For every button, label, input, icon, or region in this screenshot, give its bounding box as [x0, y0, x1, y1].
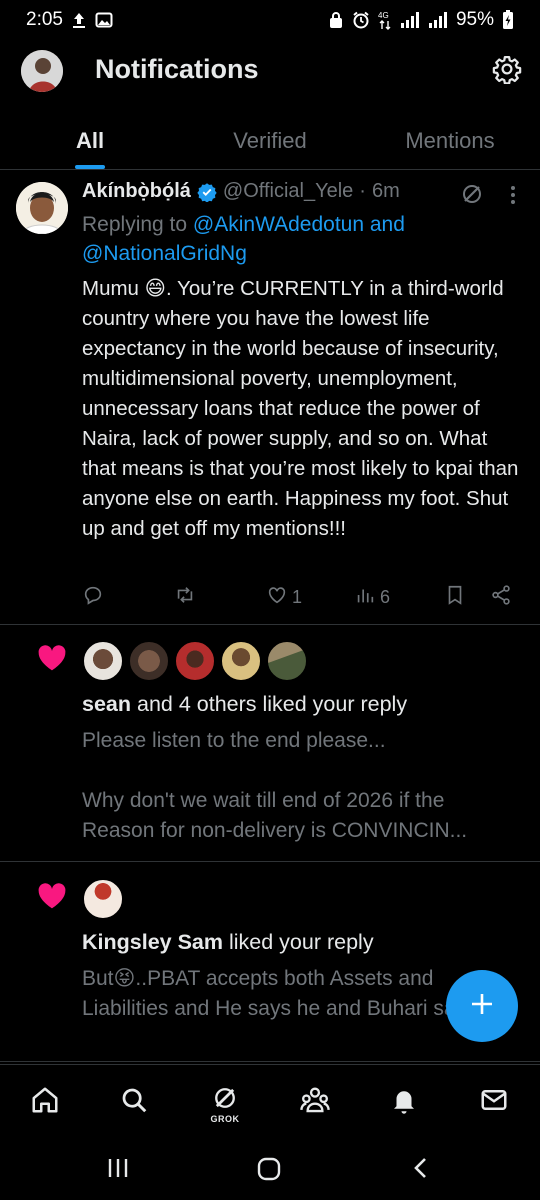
nav-home[interactable] — [29, 1085, 61, 1117]
back-icon — [410, 1158, 432, 1184]
reply-post[interactable]: Akínbọ̀bọ́lá @Official_Yele · 6m Replyin… — [0, 170, 540, 625]
grok-nav-icon — [211, 1085, 239, 1116]
grok-icon[interactable] — [460, 182, 484, 206]
settings-icon[interactable] — [492, 54, 522, 85]
like-button[interactable]: 1 — [266, 584, 302, 611]
post-author-handle[interactable]: @Official_Yele — [223, 180, 353, 203]
signal-icon-1 — [400, 11, 420, 29]
post-actions: 1 6 — [82, 582, 522, 612]
nav-grok[interactable]: GROK — [208, 1085, 242, 1124]
replying-to: Replying to @AkinWAdedotun and @National… — [82, 210, 502, 268]
nav-messages[interactable] — [478, 1085, 510, 1117]
battery-percent: 95% — [455, 9, 494, 30]
post-separator: · — [359, 180, 366, 202]
tab-verified[interactable]: Verified — [180, 112, 360, 169]
liker-avatars — [82, 640, 308, 682]
status-bar: 2:05 4G 95% — [0, 0, 540, 40]
notification-actor[interactable]: Kingsley Sam — [82, 930, 223, 954]
signal-icon-2 — [428, 11, 448, 29]
reply-icon — [82, 584, 104, 611]
notification-preview-line-2: Why don't we wait till end of 2026 if th… — [82, 789, 468, 842]
upload-icon — [71, 11, 87, 29]
liker-avatar[interactable] — [174, 640, 216, 682]
reply-mention-link-1[interactable]: @AkinWAdedotun and — [193, 213, 405, 236]
verified-badge-icon — [197, 182, 217, 203]
page-title: Notifications — [95, 54, 259, 84]
like-count: 1 — [292, 586, 303, 607]
post-author-name[interactable]: Akínbọ̀bọ́lá — [82, 180, 191, 203]
replying-to-prefix: Replying to — [82, 213, 193, 236]
bell-icon — [389, 1085, 419, 1120]
tab-verified-label: Verified — [233, 128, 307, 153]
liker-avatar[interactable] — [82, 640, 124, 682]
notification-tabs: All Verified Mentions — [0, 112, 540, 170]
like-icon — [266, 584, 288, 611]
status-time: 2:05 — [26, 9, 63, 30]
communities-icon — [299, 1085, 331, 1120]
battery-icon — [502, 10, 514, 30]
notification-preview-line-1: Please listen to the end please... — [82, 729, 386, 752]
liker-avatar[interactable] — [220, 640, 262, 682]
heart-icon — [36, 642, 68, 672]
repost-button[interactable] — [174, 584, 196, 611]
app-header: Notifications — [0, 40, 540, 104]
like-notification[interactable]: sean and 4 others liked your reply Pleas… — [0, 626, 540, 862]
home-button[interactable] — [256, 1156, 282, 1187]
tab-mentions[interactable]: Mentions — [360, 112, 540, 169]
recent-apps-button[interactable] — [106, 1156, 130, 1185]
notification-actor[interactable]: sean — [82, 692, 131, 716]
nav-search[interactable] — [118, 1085, 150, 1117]
views-button[interactable]: 6 — [354, 584, 390, 611]
bookmark-button[interactable] — [444, 584, 466, 611]
profile-avatar[interactable] — [21, 50, 63, 92]
tab-all-label: All — [75, 128, 105, 153]
tab-all[interactable]: All — [0, 112, 180, 169]
post-header: Akínbọ̀bọ́lá @Official_Yele · 6m — [82, 180, 400, 203]
svg-text:4G: 4G — [378, 11, 389, 20]
bottom-navigation: GROK — [0, 1064, 540, 1136]
recent-apps-icon — [106, 1159, 130, 1184]
home-icon — [30, 1085, 60, 1120]
plus-icon — [469, 991, 495, 1022]
post-text: Mumu 😄. You’re CURRENTLY in a third-worl… — [82, 277, 519, 540]
mail-icon — [479, 1085, 509, 1120]
home-circle-icon — [256, 1157, 282, 1186]
tab-mentions-label: Mentions — [405, 128, 495, 153]
reply-button[interactable] — [82, 584, 104, 611]
notification-title: Kingsley Sam liked your reply — [82, 930, 374, 955]
share-icon — [490, 584, 512, 611]
nav-communities[interactable] — [298, 1085, 332, 1117]
share-button[interactable] — [490, 584, 512, 611]
views-icon — [354, 584, 376, 611]
reply-mention-link-2[interactable]: @NationalGridNg — [82, 242, 247, 265]
bookmark-icon — [444, 584, 466, 611]
views-count: 6 — [380, 586, 391, 607]
notification-action: and 4 others liked your reply — [131, 692, 408, 716]
compose-button[interactable] — [446, 970, 518, 1042]
search-icon — [119, 1085, 149, 1120]
network-4g-icon: 4G — [378, 10, 392, 30]
nav-notifications[interactable] — [388, 1085, 420, 1117]
repost-icon — [174, 584, 196, 611]
system-navigation — [0, 1136, 540, 1200]
back-button[interactable] — [410, 1156, 432, 1185]
liker-avatar[interactable] — [266, 640, 308, 682]
post-time: 6m — [371, 180, 400, 202]
liker-avatars — [82, 878, 124, 920]
notification-title: sean and 4 others liked your reply — [82, 692, 407, 717]
heart-icon — [36, 880, 68, 910]
image-icon — [95, 11, 113, 29]
notification-action: liked your reply — [223, 930, 374, 954]
post-author-avatar[interactable] — [16, 182, 68, 234]
alarm-icon — [352, 11, 370, 29]
grok-label: GROK — [210, 1114, 240, 1124]
liker-avatar[interactable] — [82, 878, 124, 920]
liker-avatar[interactable] — [128, 640, 170, 682]
lock-icon — [328, 11, 344, 29]
more-options-icon[interactable] — [508, 184, 518, 206]
active-tab-indicator — [75, 165, 105, 169]
